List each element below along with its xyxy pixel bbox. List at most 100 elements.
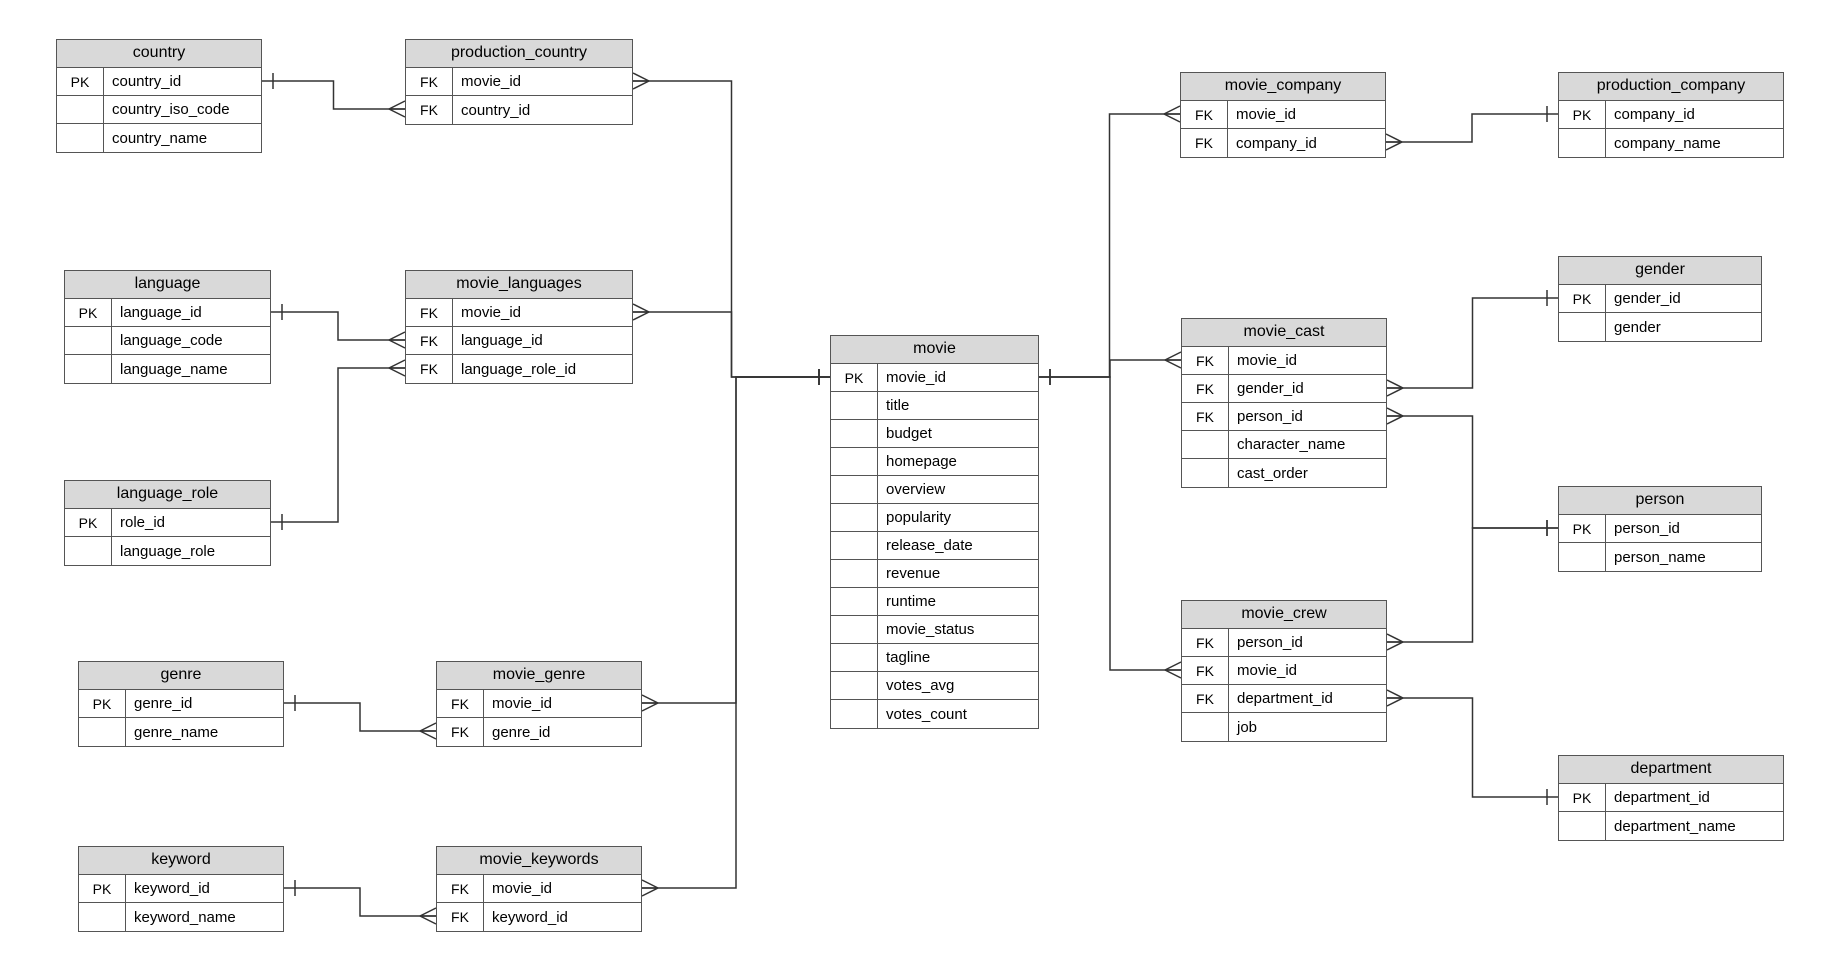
attribute-cell: movie_id xyxy=(453,68,632,96)
attribute-cell: department_name xyxy=(1606,812,1783,840)
relationship-line xyxy=(284,888,436,916)
attribute-cell: movie_id xyxy=(1228,101,1385,129)
key-cell xyxy=(1182,459,1229,487)
key-cell: FK xyxy=(1182,403,1229,431)
attribute-cell: department_id xyxy=(1229,685,1386,713)
entity-title: person xyxy=(1559,487,1761,515)
cardinality-many xyxy=(1165,352,1181,368)
cardinality-many xyxy=(389,101,405,117)
relationship-line xyxy=(633,81,830,377)
relationship-line xyxy=(642,377,830,888)
key-cell: PK xyxy=(65,299,112,327)
key-cell: PK xyxy=(831,364,878,392)
attribute-cell: language_role xyxy=(112,537,270,565)
key-cell xyxy=(831,672,878,700)
entity-movie_cast: movie_castFKmovie_idFKgender_idFKperson_… xyxy=(1181,318,1387,488)
attribute-cell: language_code xyxy=(112,327,270,355)
entity-row: genre_name xyxy=(79,718,283,746)
key-cell: PK xyxy=(1559,515,1606,543)
key-cell: PK xyxy=(1559,784,1606,812)
attribute-cell: keyword_id xyxy=(126,875,283,903)
key-cell: FK xyxy=(437,875,484,903)
key-cell: PK xyxy=(1559,285,1606,313)
key-cell xyxy=(1559,313,1606,341)
entity-row: PKcountry_id xyxy=(57,68,261,96)
entity-row: language_role xyxy=(65,537,270,565)
relationship-line xyxy=(271,368,405,522)
entity-title: gender xyxy=(1559,257,1761,285)
entity-title: language_role xyxy=(65,481,270,509)
attribute-cell: country_id xyxy=(453,96,632,124)
key-cell xyxy=(831,448,878,476)
key-cell xyxy=(1559,812,1606,840)
entity-row: person_name xyxy=(1559,543,1761,571)
relationship-line xyxy=(1039,114,1180,377)
cardinality-many xyxy=(1387,408,1403,424)
key-cell xyxy=(1182,713,1229,741)
attribute-cell: language_id xyxy=(112,299,270,327)
key-cell xyxy=(831,532,878,560)
entity-row: FKmovie_id xyxy=(437,690,641,718)
entity-row: title xyxy=(831,392,1038,420)
key-cell xyxy=(65,355,112,383)
attribute-cell: job xyxy=(1229,713,1386,741)
attribute-cell: movie_id xyxy=(484,875,641,903)
attribute-cell: tagline xyxy=(878,644,1038,672)
entity-row: cast_order xyxy=(1182,459,1386,487)
key-cell: FK xyxy=(1182,657,1229,685)
entity-row: language_name xyxy=(65,355,270,383)
entity-row: tagline xyxy=(831,644,1038,672)
attribute-cell: movie_id xyxy=(453,299,632,327)
entity-row: FKcompany_id xyxy=(1181,129,1385,157)
entity-row: FKgenre_id xyxy=(437,718,641,746)
entity-row: FKperson_id xyxy=(1182,629,1386,657)
entity-row: movie_status xyxy=(831,616,1038,644)
entity-row: FKmovie_id xyxy=(437,875,641,903)
attribute-cell: revenue xyxy=(878,560,1038,588)
key-cell: FK xyxy=(406,96,453,124)
relationship-line xyxy=(1386,114,1558,142)
entity-gender: genderPKgender_idgender xyxy=(1558,256,1762,342)
entity-row: release_date xyxy=(831,532,1038,560)
entity-row: company_name xyxy=(1559,129,1783,157)
entity-row: budget xyxy=(831,420,1038,448)
attribute-cell: gender xyxy=(1606,313,1761,341)
key-cell: FK xyxy=(1182,375,1229,403)
entity-row: revenue xyxy=(831,560,1038,588)
cardinality-many xyxy=(389,332,405,348)
key-cell: FK xyxy=(406,68,453,96)
entity-production_country: production_countryFKmovie_idFKcountry_id xyxy=(405,39,633,125)
key-cell: FK xyxy=(437,903,484,931)
cardinality-many xyxy=(1164,106,1180,122)
entity-movie_genre: movie_genreFKmovie_idFKgenre_id xyxy=(436,661,642,747)
attribute-cell: homepage xyxy=(878,448,1038,476)
key-cell xyxy=(831,420,878,448)
entity-row: FKperson_id xyxy=(1182,403,1386,431)
cardinality-many xyxy=(420,723,436,739)
relationship-line xyxy=(1387,416,1558,528)
entity-production_company: production_companyPKcompany_idcompany_na… xyxy=(1558,72,1784,158)
attribute-cell: person_name xyxy=(1606,543,1761,571)
attribute-cell: company_id xyxy=(1606,101,1783,129)
entity-title: movie_cast xyxy=(1182,319,1386,347)
entity-row: popularity xyxy=(831,504,1038,532)
attribute-cell: budget xyxy=(878,420,1038,448)
entity-title: movie_languages xyxy=(406,271,632,299)
cardinality-many xyxy=(1387,690,1403,706)
entity-row: job xyxy=(1182,713,1386,741)
key-cell xyxy=(1182,431,1229,459)
attribute-cell: gender_id xyxy=(1606,285,1761,313)
entity-title: movie_keywords xyxy=(437,847,641,875)
key-cell xyxy=(831,392,878,420)
entity-row: department_name xyxy=(1559,812,1783,840)
attribute-cell: company_id xyxy=(1228,129,1385,157)
relationship-line xyxy=(1039,360,1181,377)
entity-row: language_code xyxy=(65,327,270,355)
attribute-cell: gender_id xyxy=(1229,375,1386,403)
entity-department: departmentPKdepartment_iddepartment_name xyxy=(1558,755,1784,841)
attribute-cell: overview xyxy=(878,476,1038,504)
attribute-cell: person_id xyxy=(1229,403,1386,431)
key-cell: FK xyxy=(1181,129,1228,157)
key-cell xyxy=(65,537,112,565)
attribute-cell: movie_id xyxy=(878,364,1038,392)
